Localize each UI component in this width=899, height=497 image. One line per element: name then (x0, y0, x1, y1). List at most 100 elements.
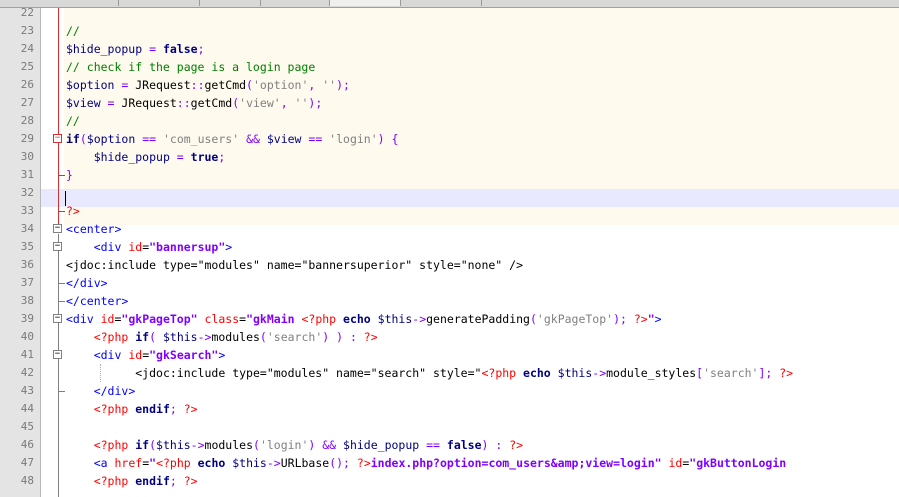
code-token: id (128, 348, 143, 362)
file-tab-strip[interactable] (0, 0, 899, 8)
code-token: <center> (66, 222, 122, 236)
code-token: > (218, 348, 226, 362)
code-text[interactable]: <a href="<?php echo $this->URLbase(); ?>… (66, 454, 787, 472)
code-token: <?php (481, 366, 524, 380)
code-line[interactable]: 34 − <center> (0, 220, 899, 238)
code-line[interactable]: 29 − if($option == 'com_users' && $view ==… (0, 130, 899, 148)
code-token: "gkSearch" (149, 348, 219, 362)
code-token: -> (412, 312, 427, 326)
code-text[interactable]: // check if the page is a login page (66, 58, 315, 76)
code-token: 'gkPageTop' (536, 312, 614, 326)
line-number: 25 (20, 60, 34, 73)
code-line[interactable]: 32 (0, 184, 899, 202)
code-text[interactable]: } (66, 166, 73, 184)
code-token: JRequest (121, 96, 177, 110)
fold-collapse-icon[interactable]: − (53, 314, 62, 323)
code-line[interactable]: 46 <?php if($this->modules('login') && $… (0, 436, 899, 454)
file-tab[interactable] (200, 0, 261, 6)
fold-collapse-icon[interactable]: − (53, 242, 62, 251)
code-token: ) ) : (322, 330, 364, 344)
code-line[interactable]: 41 − <div id="gkSearch"> (0, 346, 899, 364)
code-text[interactable]: $view = JRequest::getCmd('view', ''); (66, 94, 322, 112)
code-line[interactable]: 40 <?php if( $this->modules('search') ) … (0, 328, 899, 346)
code-token: $hide_popup (93, 150, 170, 164)
code-token: <jdoc:include (135, 366, 233, 380)
file-tab[interactable] (119, 0, 200, 6)
code-line[interactable]: 25 // check if the page is a login page (0, 58, 899, 76)
code-line[interactable]: 23 // (0, 22, 899, 40)
code-token: true (190, 150, 219, 164)
code-text[interactable]: </center> (66, 292, 128, 310)
code-text[interactable]: <?php if($this->modules('login') && $hid… (66, 436, 523, 454)
code-text[interactable]: $hide_popup = false; (66, 40, 205, 58)
file-tab[interactable] (401, 0, 482, 6)
code-token: // (66, 114, 80, 128)
code-token: index.php?option=com_users&amp;view=logi… (370, 456, 662, 470)
line-number: 26 (20, 78, 34, 91)
line-number: 23 (20, 24, 34, 37)
code-token: </center> (66, 294, 129, 308)
code-token: ); (336, 78, 350, 92)
code-token: ); (308, 96, 323, 110)
code-token: /> (502, 258, 524, 272)
line-number: 36 (20, 258, 34, 271)
code-editor[interactable]: 22 23 // 24 $hide_popup = false; 25 // check i… (0, 8, 899, 497)
file-tab-active[interactable] (330, 0, 401, 6)
fold-collapse-icon[interactable]: − (53, 350, 62, 359)
code-line[interactable]: 48 <?php endif; ?> (0, 472, 899, 490)
code-text[interactable]: ?> (66, 202, 80, 220)
code-text[interactable]: // (66, 112, 80, 130)
code-token: -> (266, 456, 281, 470)
line-number: 41 (20, 348, 34, 361)
fold-collapse-icon[interactable]: − (53, 224, 62, 233)
code-line[interactable]: 45 (0, 418, 899, 436)
code-line[interactable]: 28 // (0, 112, 899, 130)
code-line[interactable]: 36 <jdoc:include type="modules" name="ban… (0, 256, 899, 274)
code-text[interactable]: <?php if( $this->modules('search') ) : ?… (66, 328, 378, 346)
code-token: > (654, 312, 662, 326)
code-text[interactable]: if($option == 'com_users' && $view == 'l… (66, 130, 398, 148)
code-token: , (308, 78, 323, 92)
file-tab[interactable] (0, 0, 119, 6)
code-line[interactable]: 30 $hide_popup = true; (0, 148, 899, 166)
code-line[interactable]: 22 (0, 8, 899, 22)
code-line[interactable]: 44 <?php endif; ?> (0, 400, 899, 418)
code-text[interactable]: <jdoc:include type="modules" name="banne… (66, 256, 523, 274)
code-line[interactable]: 24 $hide_popup = false; (0, 40, 899, 58)
code-text[interactable]: </div> (66, 382, 136, 400)
code-text[interactable]: <div id="gkPageTop" class="gkMain <?php … (66, 310, 662, 328)
code-token: if (135, 330, 150, 344)
code-text[interactable]: <jdoc:include type="modules" name="searc… (66, 364, 793, 382)
code-text[interactable]: <div id="bannersup"> (66, 238, 233, 256)
code-line[interactable]: 27 $view = JRequest::getCmd('view', ''); (0, 94, 899, 112)
code-line[interactable]: 43 </div> (0, 382, 899, 400)
code-token: -> (592, 366, 607, 380)
code-text[interactable]: <?php endif; ?> (66, 400, 198, 418)
code-text[interactable]: // (66, 22, 80, 40)
code-text[interactable]: <?php endif; ?> (66, 472, 198, 490)
code-token: "gkMain (246, 312, 302, 326)
code-line[interactable]: 33 ?> (0, 202, 899, 220)
code-line[interactable]: 38 </center> (0, 292, 899, 310)
code-text[interactable]: $option = JRequest::getCmd('option', '')… (66, 76, 350, 94)
file-tab[interactable] (261, 0, 330, 6)
fold-collapse-icon[interactable]: − (53, 134, 62, 143)
code-line[interactable]: 47 <a href="<?php echo $this->URLbase();… (0, 454, 899, 472)
code-token: 'com_users' (162, 132, 240, 146)
code-line[interactable]: 39 − <div id="gkPageTop" class="gkMain <?p… (0, 310, 899, 328)
code-line[interactable]: 35 − <div id="bannersup"> (0, 238, 899, 256)
line-number: 27 (20, 96, 34, 109)
code-text[interactable]: <div id="gkSearch"> (66, 346, 226, 364)
line-number: 43 (20, 384, 34, 397)
code-line[interactable]: 31} (0, 166, 899, 184)
code-token: :: (176, 96, 191, 110)
code-token: == (301, 132, 330, 146)
code-text[interactable]: $hide_popup = true; (66, 148, 226, 166)
code-line[interactable]: 42 <jdoc:include type="modules" name="se… (0, 364, 899, 382)
code-line[interactable]: 37 </div> (0, 274, 899, 292)
code-text[interactable]: </div> (66, 274, 108, 292)
code-line[interactable]: 26 $option = JRequest::getCmd('option', '… (0, 76, 899, 94)
code-text[interactable]: <center> (66, 220, 121, 238)
